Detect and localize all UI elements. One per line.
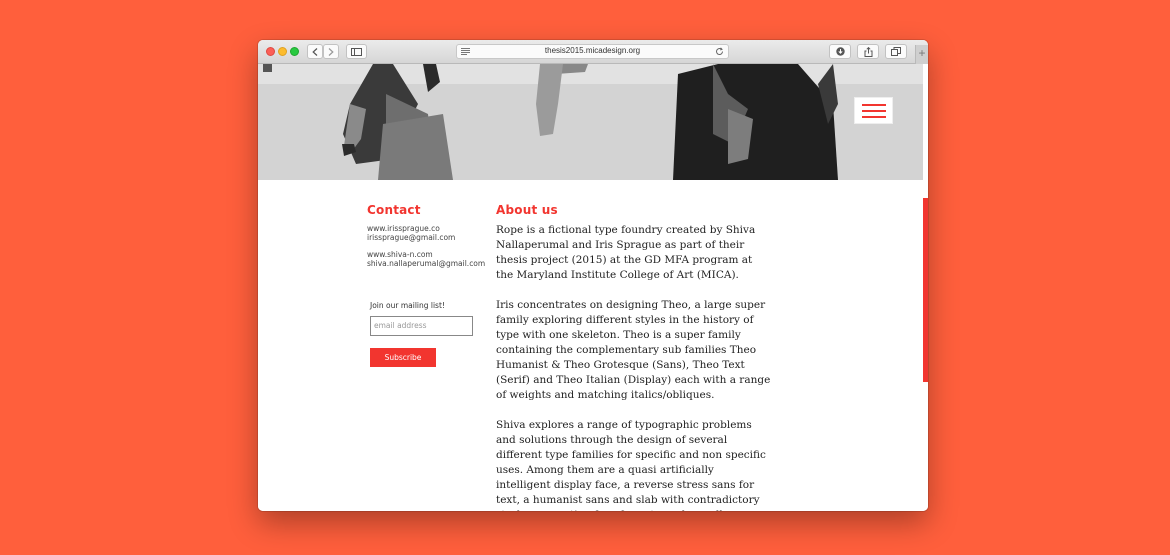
about-heading: About us	[496, 203, 558, 217]
contact-heading: Contact	[367, 203, 421, 217]
menu-line-top	[862, 104, 886, 106]
contact-link-email1[interactable]: irissprague@gmail.com	[367, 233, 455, 243]
plus-icon: +	[918, 46, 926, 60]
downloads-button[interactable]	[829, 44, 851, 59]
tabs-overview-button[interactable]	[885, 44, 907, 59]
close-window-button[interactable]	[266, 47, 275, 56]
browser-window: thesis2015.micadesign.org + Contact www.…	[258, 40, 928, 511]
share-button[interactable]	[857, 44, 879, 59]
subscribe-button[interactable]: Subscribe	[370, 348, 436, 367]
tabs-icon	[891, 47, 901, 56]
back-chevron-icon	[312, 47, 318, 56]
menu-line-middle	[862, 110, 886, 112]
hero-photo	[258, 64, 923, 180]
scrollbar-thumb[interactable]	[923, 198, 928, 382]
hamburger-menu-icon[interactable]	[854, 97, 893, 124]
email-input[interactable]: email address	[370, 316, 473, 336]
address-bar[interactable]: thesis2015.micadesign.org	[456, 44, 729, 59]
back-button[interactable]	[307, 44, 323, 59]
forward-chevron-icon	[328, 47, 334, 56]
url-text: thesis2015.micadesign.org	[544, 46, 641, 55]
mailing-list-label: Join our mailing list!	[370, 301, 445, 310]
page-content: Contact www.irissprague.co irissprague@g…	[258, 180, 923, 511]
minimize-window-button[interactable]	[278, 47, 287, 56]
about-paragraph-2: Iris concentrates on designing Theo, a l…	[496, 299, 771, 401]
browser-toolbar: thesis2015.micadesign.org +	[258, 40, 928, 64]
sidebar-button[interactable]	[346, 44, 367, 59]
about-paragraph-3: Shiva explores a range of typographic pr…	[496, 419, 766, 511]
menu-line-bottom	[862, 116, 886, 118]
reload-icon[interactable]	[715, 47, 724, 56]
forward-button[interactable]	[323, 44, 339, 59]
download-icon	[835, 47, 845, 56]
share-icon	[864, 46, 872, 57]
dancers-photo	[258, 64, 923, 180]
new-tab-button[interactable]: +	[915, 45, 928, 64]
contact-link-email2[interactable]: shiva.nallaperumal@gmail.com	[367, 259, 485, 269]
zoom-window-button[interactable]	[290, 47, 299, 56]
sidebar-icon	[351, 47, 362, 56]
about-paragraph-1: Rope is a fictional type foundry created…	[496, 224, 756, 281]
